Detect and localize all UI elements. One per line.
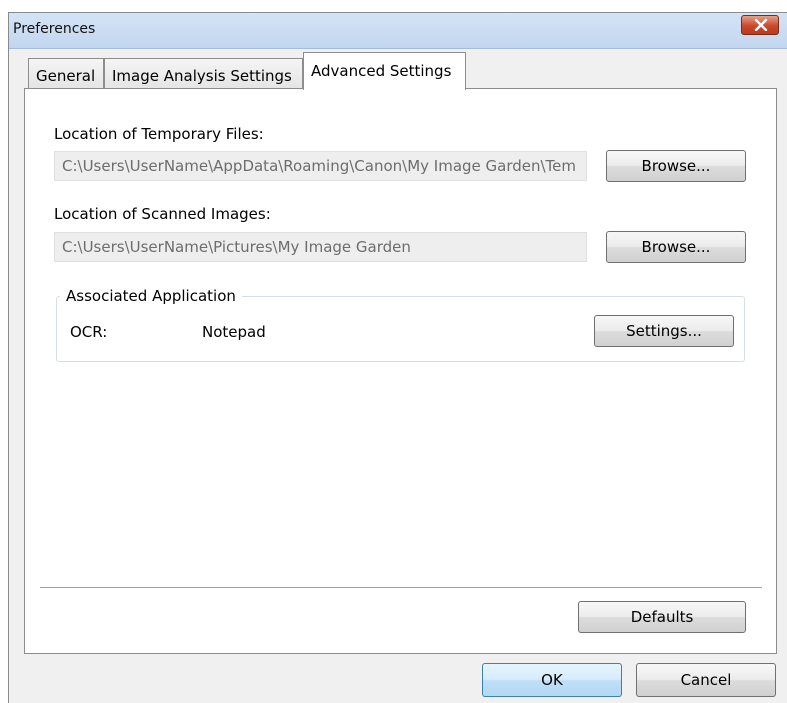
associated-application-title: Associated Application bbox=[60, 287, 242, 305]
temporary-files-path-text: C:\Users\UserName\AppData\Roaming\Canon\… bbox=[62, 157, 577, 175]
temporary-files-label: Location of Temporary Files: bbox=[54, 125, 264, 143]
panel-separator bbox=[40, 587, 762, 589]
title-bar: Preferences bbox=[9, 13, 787, 49]
defaults-button[interactable]: Defaults bbox=[578, 601, 746, 633]
scanned-images-path-text: C:\Users\UserName\Pictures\My Image Gard… bbox=[62, 238, 411, 256]
ok-label: OK bbox=[541, 671, 563, 689]
ok-button[interactable]: OK bbox=[482, 663, 622, 697]
ocr-settings-label: Settings... bbox=[626, 322, 702, 340]
tab-advanced-settings-label: Advanced Settings bbox=[311, 62, 452, 80]
temporary-files-path-field: C:\Users\UserName\AppData\Roaming\Canon\… bbox=[54, 151, 587, 181]
tab-general-label: General bbox=[36, 67, 96, 85]
tab-image-analysis-settings-label: Image Analysis Settings bbox=[112, 67, 292, 85]
browse-temporary-files-button[interactable]: Browse... bbox=[606, 150, 746, 182]
close-icon bbox=[754, 19, 768, 31]
ocr-label: OCR: bbox=[70, 323, 108, 341]
defaults-label: Defaults bbox=[630, 608, 694, 626]
window-title: Preferences bbox=[13, 21, 96, 37]
cancel-button[interactable]: Cancel bbox=[636, 663, 776, 697]
ocr-application-value: Notepad bbox=[202, 323, 266, 341]
close-button[interactable] bbox=[741, 15, 779, 35]
tab-general[interactable]: General bbox=[28, 58, 104, 91]
tab-image-analysis-settings[interactable]: Image Analysis Settings bbox=[104, 58, 303, 91]
ocr-settings-button[interactable]: Settings... bbox=[594, 315, 734, 347]
browse-scanned-images-button[interactable]: Browse... bbox=[606, 231, 746, 263]
scanned-images-path-field: C:\Users\UserName\Pictures\My Image Gard… bbox=[54, 232, 587, 262]
cancel-label: Cancel bbox=[680, 671, 732, 689]
browse-temporary-files-label: Browse... bbox=[641, 157, 711, 175]
browse-scanned-images-label: Browse... bbox=[641, 238, 711, 256]
tab-advanced-settings[interactable]: Advanced Settings bbox=[303, 52, 466, 90]
scanned-images-label: Location of Scanned Images: bbox=[54, 205, 271, 223]
